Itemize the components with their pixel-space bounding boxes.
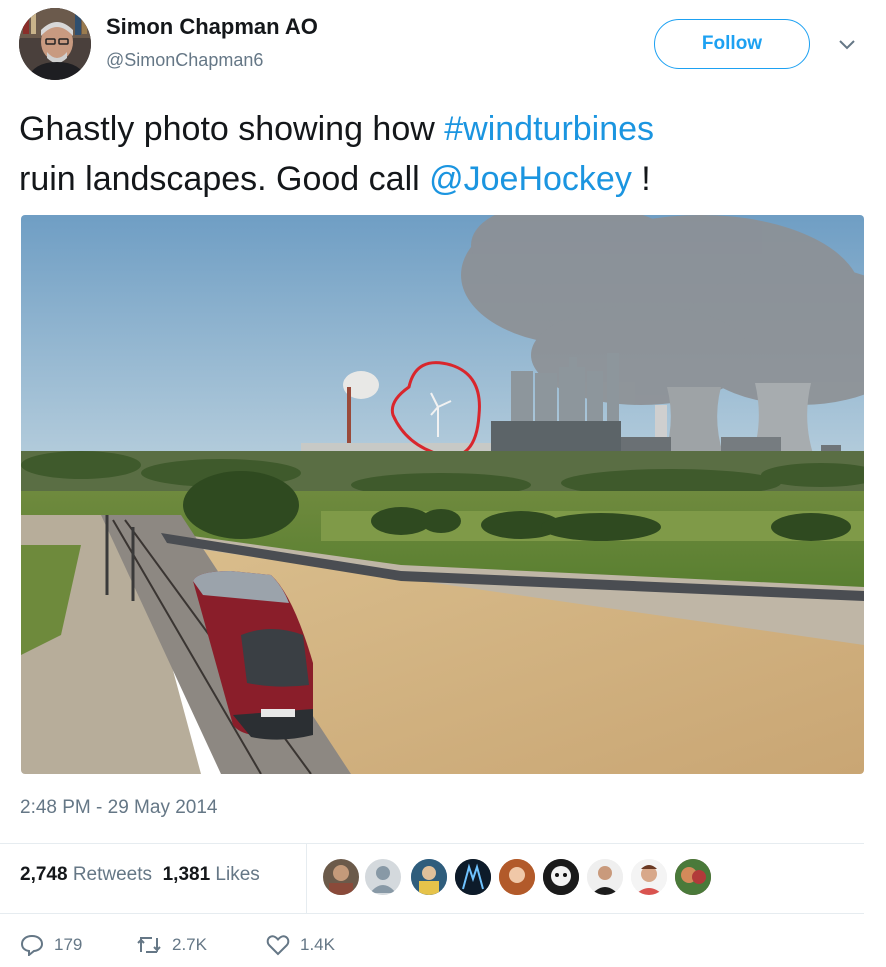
divider bbox=[0, 843, 864, 844]
like-count: 1.4K bbox=[300, 935, 335, 954]
hashtag-link[interactable]: #windturbines bbox=[444, 110, 654, 148]
tweet-stats: 2,748 Retweets 1,381 Likes bbox=[20, 864, 260, 886]
likes-label[interactable]: Likes bbox=[215, 864, 259, 885]
reply-icon bbox=[20, 934, 44, 956]
reply-action[interactable]: 179 bbox=[20, 934, 82, 956]
divider bbox=[0, 913, 864, 914]
heart-icon bbox=[266, 935, 290, 956]
retweet-action[interactable]: 2.7K bbox=[136, 934, 207, 956]
tweet-text-part: Ghastly photo showing how bbox=[19, 110, 445, 148]
tweet-text: Ghastly photo showing how #windturbines … bbox=[19, 104, 859, 204]
retweet-count: 2.7K bbox=[172, 935, 207, 954]
liker-avatar[interactable] bbox=[674, 858, 712, 896]
liker-avatar[interactable] bbox=[630, 858, 668, 896]
liker-avatar[interactable] bbox=[454, 858, 492, 896]
reply-count: 179 bbox=[54, 935, 83, 954]
mention-link[interactable]: @JoeHockey bbox=[429, 160, 632, 198]
tweet-timestamp[interactable]: 2:48 PM - 29 May 2014 bbox=[20, 797, 218, 819]
author-handle[interactable]: @SimonChapman6 bbox=[106, 50, 263, 71]
liker-avatar[interactable] bbox=[410, 858, 448, 896]
retweet-icon bbox=[137, 937, 161, 953]
like-action[interactable]: 1.4K bbox=[266, 934, 335, 956]
author-display-name[interactable]: Simon Chapman AO bbox=[106, 14, 318, 40]
liker-avatar[interactable] bbox=[364, 858, 402, 896]
likes-count[interactable]: 1,381 bbox=[163, 864, 211, 885]
author-avatar[interactable] bbox=[19, 8, 91, 80]
liker-avatar[interactable] bbox=[322, 858, 360, 896]
retweets-count[interactable]: 2,748 bbox=[20, 864, 68, 885]
tweet-text-part: ! bbox=[631, 160, 651, 198]
tweet-photo[interactable] bbox=[21, 215, 864, 774]
retweets-label[interactable]: Retweets bbox=[73, 864, 152, 885]
stats-divider bbox=[306, 843, 307, 913]
tweet-header: Simon Chapman AO @SimonChapman6 Follow bbox=[0, 0, 886, 90]
follow-button[interactable]: Follow bbox=[654, 19, 810, 69]
tweet-text-part: ruin landscapes. Good call bbox=[19, 160, 430, 198]
chevron-down-icon[interactable] bbox=[836, 34, 858, 56]
liker-avatar[interactable] bbox=[586, 858, 624, 896]
liker-avatar[interactable] bbox=[498, 858, 536, 896]
liker-avatar[interactable] bbox=[542, 858, 580, 896]
